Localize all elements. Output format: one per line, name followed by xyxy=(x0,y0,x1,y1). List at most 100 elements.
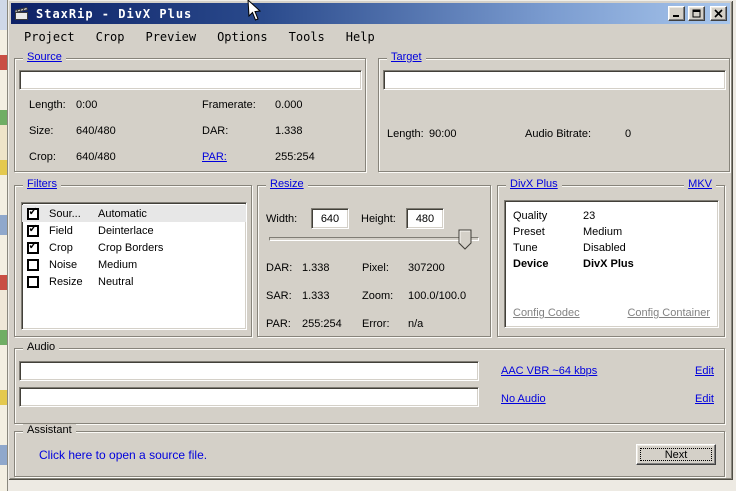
filter-value: Medium xyxy=(98,259,246,271)
filter-name: Sour... xyxy=(49,208,98,220)
assistant-message-link[interactable]: Click here to open a source file. xyxy=(39,448,207,462)
resize-sar-label: SAR: xyxy=(266,290,302,302)
resize-dar-value: 1.338 xyxy=(302,262,362,274)
tune-label: Tune xyxy=(513,242,583,254)
source-file-input[interactable] xyxy=(19,70,362,90)
filter-row-resize[interactable]: Resize Neutral xyxy=(22,273,246,290)
audio-group-title: Audio xyxy=(23,341,59,353)
focus-ring xyxy=(640,448,712,461)
codec-group-link[interactable]: DivX Plus xyxy=(506,178,562,190)
filter-name: Field xyxy=(49,225,98,237)
menu-options[interactable]: Options xyxy=(211,27,274,47)
target-audio-bitrate-label: Audio Bitrate: xyxy=(525,128,625,140)
source-size-value: 640/480 xyxy=(76,125,202,137)
staxrip-window: StaxRip - DivX Plus Project Crop Preview… xyxy=(8,0,733,480)
source-par-link[interactable]: PAR: xyxy=(202,151,275,163)
check-icon: ✓ xyxy=(28,241,37,252)
checkbox-unchecked[interactable] xyxy=(27,276,39,288)
filter-row-noise[interactable]: Noise Medium xyxy=(22,256,246,273)
source-group-link[interactable]: Source xyxy=(23,51,66,63)
resize-dar-label: DAR: xyxy=(266,262,302,274)
next-button[interactable]: Next xyxy=(636,444,716,465)
source-crop-value: 640/480 xyxy=(76,151,202,163)
audio-track2-profile-link[interactable]: No Audio xyxy=(501,393,546,405)
close-icon xyxy=(714,9,723,18)
filter-row-source[interactable]: ✓ Sour... Automatic xyxy=(22,205,246,222)
check-icon: ✓ xyxy=(28,224,37,235)
filters-group-link[interactable]: Filters xyxy=(23,178,61,190)
resize-zoom-value: 100.0/100.0 xyxy=(408,290,466,302)
resize-slider-track[interactable] xyxy=(269,237,479,241)
audio-track2-input[interactable] xyxy=(19,387,479,407)
audio-track2-edit-link[interactable]: Edit xyxy=(695,393,714,405)
source-par-value: 255:254 xyxy=(275,151,315,163)
source-length-label: Length: xyxy=(29,99,76,111)
audio-track1-edit-link[interactable]: Edit xyxy=(695,365,714,377)
maximize-button[interactable] xyxy=(688,6,705,21)
filter-value: Deinterlace xyxy=(98,225,246,237)
checkbox-unchecked[interactable] xyxy=(27,259,39,271)
resize-error-value: n/a xyxy=(408,318,466,330)
audio-track1-input[interactable] xyxy=(19,361,479,381)
menu-help[interactable]: Help xyxy=(340,27,381,47)
audio-track1-profile-link[interactable]: AAC VBR ~64 kbps xyxy=(501,365,597,377)
filters-group: Filters ✓ Sour... Automatic ✓ Field Dein… xyxy=(14,185,252,337)
source-info: Length: 0:00 Framerate: 0.000 Size: 640/… xyxy=(29,99,315,177)
container-link[interactable]: MKV xyxy=(684,178,716,190)
source-framerate-value: 0.000 xyxy=(275,99,315,111)
source-dar-label: DAR: xyxy=(202,125,275,137)
codec-row-tune: Tune Disabled xyxy=(505,240,718,256)
menu-crop[interactable]: Crop xyxy=(90,27,131,47)
titlebar[interactable]: StaxRip - DivX Plus xyxy=(11,3,730,24)
menu-project[interactable]: Project xyxy=(18,27,81,47)
target-group-link[interactable]: Target xyxy=(387,51,426,63)
config-container-link[interactable]: Config Container xyxy=(627,307,710,319)
menu-tools[interactable]: Tools xyxy=(283,27,331,47)
width-input[interactable] xyxy=(311,208,349,229)
resize-error-label: Error: xyxy=(362,318,408,330)
resize-par-value: 255:254 xyxy=(302,318,362,330)
resize-sar-value: 1.333 xyxy=(302,290,362,302)
filter-value: Neutral xyxy=(98,276,246,288)
background-window-sliver xyxy=(0,0,8,491)
filter-value: Automatic xyxy=(98,208,246,220)
codec-config-links: Config Codec Config Container xyxy=(513,307,710,319)
source-crop-label: Crop: xyxy=(29,151,76,163)
filter-row-field[interactable]: ✓ Field Deinterlace xyxy=(22,222,246,239)
resize-group-link[interactable]: Resize xyxy=(266,178,308,190)
filter-row-crop[interactable]: ✓ Crop Crop Borders xyxy=(22,239,246,256)
menubar: Project Crop Preview Options Tools Help xyxy=(11,26,730,48)
source-dar-value: 1.338 xyxy=(275,125,315,137)
preset-label: Preset xyxy=(513,226,583,238)
filter-name: Noise xyxy=(49,259,98,271)
target-length-label: Length: xyxy=(387,128,429,140)
minimize-button[interactable] xyxy=(668,6,685,21)
window-title: StaxRip - DivX Plus xyxy=(36,7,665,21)
tune-value: Disabled xyxy=(583,242,626,254)
source-size-label: Size: xyxy=(29,125,76,137)
device-label: Device xyxy=(513,258,583,270)
source-length-value: 0:00 xyxy=(76,99,202,111)
minimize-icon xyxy=(672,9,681,18)
resize-slider-thumb[interactable] xyxy=(458,229,473,253)
maximize-icon xyxy=(692,9,701,18)
check-icon: ✓ xyxy=(28,207,37,218)
menu-preview[interactable]: Preview xyxy=(139,27,202,47)
config-codec-link[interactable]: Config Codec xyxy=(513,307,580,319)
assistant-group: Assistant Click here to open a source fi… xyxy=(14,431,725,477)
resize-zoom-label: Zoom: xyxy=(362,290,408,302)
height-input[interactable] xyxy=(406,208,444,229)
source-group: Source Length: 0:00 Framerate: 0.000 Siz… xyxy=(14,58,366,172)
codec-row-quality: Quality 23 xyxy=(505,208,718,224)
checkbox-checked[interactable]: ✓ xyxy=(27,208,39,220)
checkbox-checked[interactable]: ✓ xyxy=(27,225,39,237)
checkbox-checked[interactable]: ✓ xyxy=(27,242,39,254)
clapperboard-icon xyxy=(14,7,30,21)
filters-list[interactable]: ✓ Sour... Automatic ✓ Field Deinterlace … xyxy=(21,202,247,330)
target-file-input[interactable] xyxy=(383,70,726,90)
close-button[interactable] xyxy=(710,6,727,21)
desktop: StaxRip - DivX Plus Project Crop Preview… xyxy=(0,0,736,491)
height-label: Height: xyxy=(361,213,396,225)
target-length-value: 90:00 xyxy=(429,128,525,140)
codec-row-preset: Preset Medium xyxy=(505,224,718,240)
